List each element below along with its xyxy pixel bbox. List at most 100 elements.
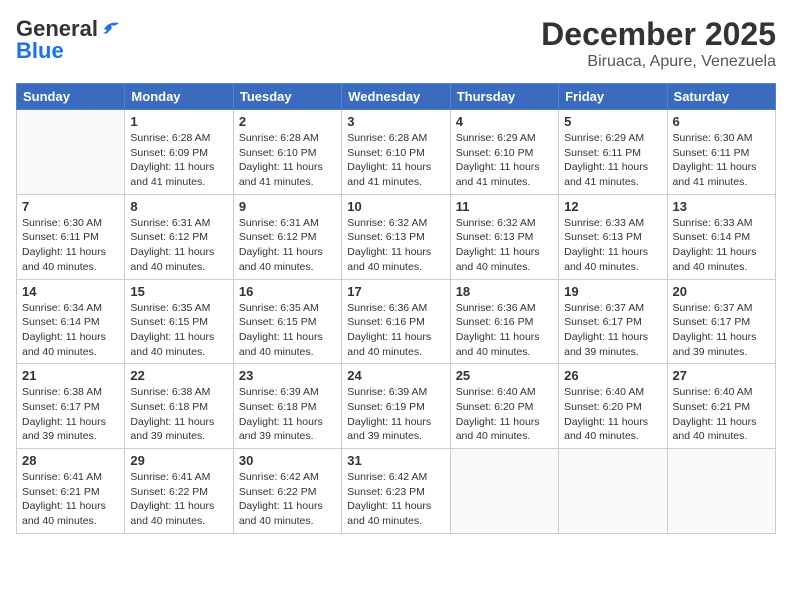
day-number: 30 <box>239 453 336 468</box>
day-number: 29 <box>130 453 227 468</box>
calendar-cell: 18 Sunrise: 6:36 AMSunset: 6:16 PMDayligh… <box>450 279 558 364</box>
calendar-cell: 29 Sunrise: 6:41 AMSunset: 6:22 PMDayligh… <box>125 449 233 534</box>
calendar-cell: 1 Sunrise: 6:28 AMSunset: 6:09 PMDaylight… <box>125 110 233 195</box>
weekday-header-sunday: Sunday <box>17 84 125 110</box>
cell-info: Sunrise: 6:39 AMSunset: 6:18 PMDaylight:… <box>239 385 336 444</box>
day-number: 17 <box>347 284 444 299</box>
cell-info: Sunrise: 6:36 AMSunset: 6:16 PMDaylight:… <box>347 301 444 360</box>
calendar-cell: 13Sunrise: 6:33 AMSunset: 6:14 PMDayligh… <box>667 194 775 279</box>
day-number: 27 <box>673 368 770 383</box>
day-number: 20 <box>673 284 770 299</box>
calendar-cell: 11 Sunrise: 6:32 AMSunset: 6:13 PMDayligh… <box>450 194 558 279</box>
cell-info: Sunrise: 6:30 AMSunset: 6:11 PMDaylight:… <box>673 131 770 190</box>
day-number: 15 <box>130 284 227 299</box>
month-title: December 2025 <box>541 16 776 53</box>
title-area: December 2025 Biruaca, Apure, Venezuela <box>541 16 776 71</box>
calendar-cell: 26 Sunrise: 6:40 AMSunset: 6:20 PMDayligh… <box>559 364 667 449</box>
cell-info: Sunrise: 6:32 AMSunset: 6:13 PMDaylight:… <box>347 216 444 275</box>
calendar-cell: 17 Sunrise: 6:36 AMSunset: 6:16 PMDayligh… <box>342 279 450 364</box>
calendar-cell: 24 Sunrise: 6:39 AMSunset: 6:19 PMDayligh… <box>342 364 450 449</box>
day-number: 28 <box>22 453 119 468</box>
weekday-header-saturday: Saturday <box>667 84 775 110</box>
weekday-header-wednesday: Wednesday <box>342 84 450 110</box>
calendar-cell: 27 Sunrise: 6:40 AMSunset: 6:21 PMDayligh… <box>667 364 775 449</box>
calendar-week-row: 28 Sunrise: 6:41 AMSunset: 6:21 PMDayligh… <box>17 449 776 534</box>
day-number: 8 <box>130 199 227 214</box>
cell-info: Sunrise: 6:35 AMSunset: 6:15 PMDaylight:… <box>239 301 336 360</box>
calendar-cell: 25Sunrise: 6:40 AMSunset: 6:20 PMDayligh… <box>450 364 558 449</box>
cell-info: Sunrise: 6:33 AMSunset: 6:13 PMDaylight:… <box>564 216 661 275</box>
logo-bird-icon <box>99 19 121 37</box>
day-number: 22 <box>130 368 227 383</box>
calendar-cell <box>450 449 558 534</box>
cell-info: Sunrise: 6:29 AMSunset: 6:10 PMDaylight:… <box>456 131 553 190</box>
day-number: 14 <box>22 284 119 299</box>
cell-info: Sunrise: 6:39 AMSunset: 6:19 PMDaylight:… <box>347 385 444 444</box>
cell-info: Sunrise: 6:28 AMSunset: 6:10 PMDaylight:… <box>347 131 444 190</box>
cell-info: Sunrise: 6:40 AMSunset: 6:21 PMDaylight:… <box>673 385 770 444</box>
weekday-header-thursday: Thursday <box>450 84 558 110</box>
calendar-cell: 14 Sunrise: 6:34 AMSunset: 6:14 PMDayligh… <box>17 279 125 364</box>
calendar-week-row: 14 Sunrise: 6:34 AMSunset: 6:14 PMDayligh… <box>17 279 776 364</box>
calendar-cell: 15Sunrise: 6:35 AMSunset: 6:15 PMDayligh… <box>125 279 233 364</box>
day-number: 1 <box>130 114 227 129</box>
calendar-cell: 21 Sunrise: 6:38 AMSunset: 6:17 PMDayligh… <box>17 364 125 449</box>
day-number: 21 <box>22 368 119 383</box>
day-number: 11 <box>456 199 553 214</box>
calendar-cell <box>17 110 125 195</box>
location: Biruaca, Apure, Venezuela <box>541 53 776 71</box>
cell-info: Sunrise: 6:32 AMSunset: 6:13 PMDaylight:… <box>456 216 553 275</box>
calendar-cell: 28 Sunrise: 6:41 AMSunset: 6:21 PMDayligh… <box>17 449 125 534</box>
cell-info: Sunrise: 6:28 AMSunset: 6:09 PMDaylight:… <box>130 131 227 190</box>
cell-info: Sunrise: 6:41 AMSunset: 6:22 PMDaylight:… <box>130 470 227 529</box>
calendar-week-row: 21 Sunrise: 6:38 AMSunset: 6:17 PMDayligh… <box>17 364 776 449</box>
day-number: 6 <box>673 114 770 129</box>
day-number: 5 <box>564 114 661 129</box>
cell-info: Sunrise: 6:42 AMSunset: 6:23 PMDaylight:… <box>347 470 444 529</box>
day-number: 7 <box>22 199 119 214</box>
cell-info: Sunrise: 6:38 AMSunset: 6:17 PMDaylight:… <box>22 385 119 444</box>
calendar-cell: 5 Sunrise: 6:29 AMSunset: 6:11 PMDaylight… <box>559 110 667 195</box>
day-number: 9 <box>239 199 336 214</box>
calendar-cell: 7 Sunrise: 6:30 AMSunset: 6:11 PMDaylight… <box>17 194 125 279</box>
cell-info: Sunrise: 6:34 AMSunset: 6:14 PMDaylight:… <box>22 301 119 360</box>
calendar-cell: 16Sunrise: 6:35 AMSunset: 6:15 PMDayligh… <box>233 279 341 364</box>
cell-info: Sunrise: 6:30 AMSunset: 6:11 PMDaylight:… <box>22 216 119 275</box>
cell-info: Sunrise: 6:33 AMSunset: 6:14 PMDaylight:… <box>673 216 770 275</box>
cell-info: Sunrise: 6:38 AMSunset: 6:18 PMDaylight:… <box>130 385 227 444</box>
calendar-cell: 3 Sunrise: 6:28 AMSunset: 6:10 PMDaylight… <box>342 110 450 195</box>
cell-info: Sunrise: 6:40 AMSunset: 6:20 PMDaylight:… <box>564 385 661 444</box>
logo-blue-text: Blue <box>16 38 64 64</box>
cell-info: Sunrise: 6:31 AMSunset: 6:12 PMDaylight:… <box>239 216 336 275</box>
day-number: 2 <box>239 114 336 129</box>
header: General Blue December 2025 Biruaca, Apur… <box>16 16 776 71</box>
day-number: 3 <box>347 114 444 129</box>
day-number: 23 <box>239 368 336 383</box>
calendar-cell: 31Sunrise: 6:42 AMSunset: 6:23 PMDayligh… <box>342 449 450 534</box>
cell-info: Sunrise: 6:37 AMSunset: 6:17 PMDaylight:… <box>564 301 661 360</box>
cell-info: Sunrise: 6:29 AMSunset: 6:11 PMDaylight:… <box>564 131 661 190</box>
weekday-header-friday: Friday <box>559 84 667 110</box>
calendar-cell <box>559 449 667 534</box>
calendar-cell: 19 Sunrise: 6:37 AMSunset: 6:17 PMDayligh… <box>559 279 667 364</box>
day-number: 24 <box>347 368 444 383</box>
logo: General Blue <box>16 16 121 64</box>
cell-info: Sunrise: 6:42 AMSunset: 6:22 PMDaylight:… <box>239 470 336 529</box>
day-number: 18 <box>456 284 553 299</box>
cell-info: Sunrise: 6:40 AMSunset: 6:20 PMDaylight:… <box>456 385 553 444</box>
weekday-header-monday: Monday <box>125 84 233 110</box>
cell-info: Sunrise: 6:41 AMSunset: 6:21 PMDaylight:… <box>22 470 119 529</box>
calendar-cell: 4Sunrise: 6:29 AMSunset: 6:10 PMDaylight… <box>450 110 558 195</box>
day-number: 26 <box>564 368 661 383</box>
calendar-cell: 6 Sunrise: 6:30 AMSunset: 6:11 PMDaylight… <box>667 110 775 195</box>
calendar-cell: 2Sunrise: 6:28 AMSunset: 6:10 PMDaylight… <box>233 110 341 195</box>
calendar-cell: 12Sunrise: 6:33 AMSunset: 6:13 PMDayligh… <box>559 194 667 279</box>
cell-info: Sunrise: 6:36 AMSunset: 6:16 PMDaylight:… <box>456 301 553 360</box>
calendar-cell: 8 Sunrise: 6:31 AMSunset: 6:12 PMDaylight… <box>125 194 233 279</box>
calendar-cell: 9 Sunrise: 6:31 AMSunset: 6:12 PMDaylight… <box>233 194 341 279</box>
day-number: 10 <box>347 199 444 214</box>
calendar-cell: 30 Sunrise: 6:42 AMSunset: 6:22 PMDayligh… <box>233 449 341 534</box>
day-number: 19 <box>564 284 661 299</box>
calendar-week-row: 1 Sunrise: 6:28 AMSunset: 6:09 PMDaylight… <box>17 110 776 195</box>
cell-info: Sunrise: 6:31 AMSunset: 6:12 PMDaylight:… <box>130 216 227 275</box>
